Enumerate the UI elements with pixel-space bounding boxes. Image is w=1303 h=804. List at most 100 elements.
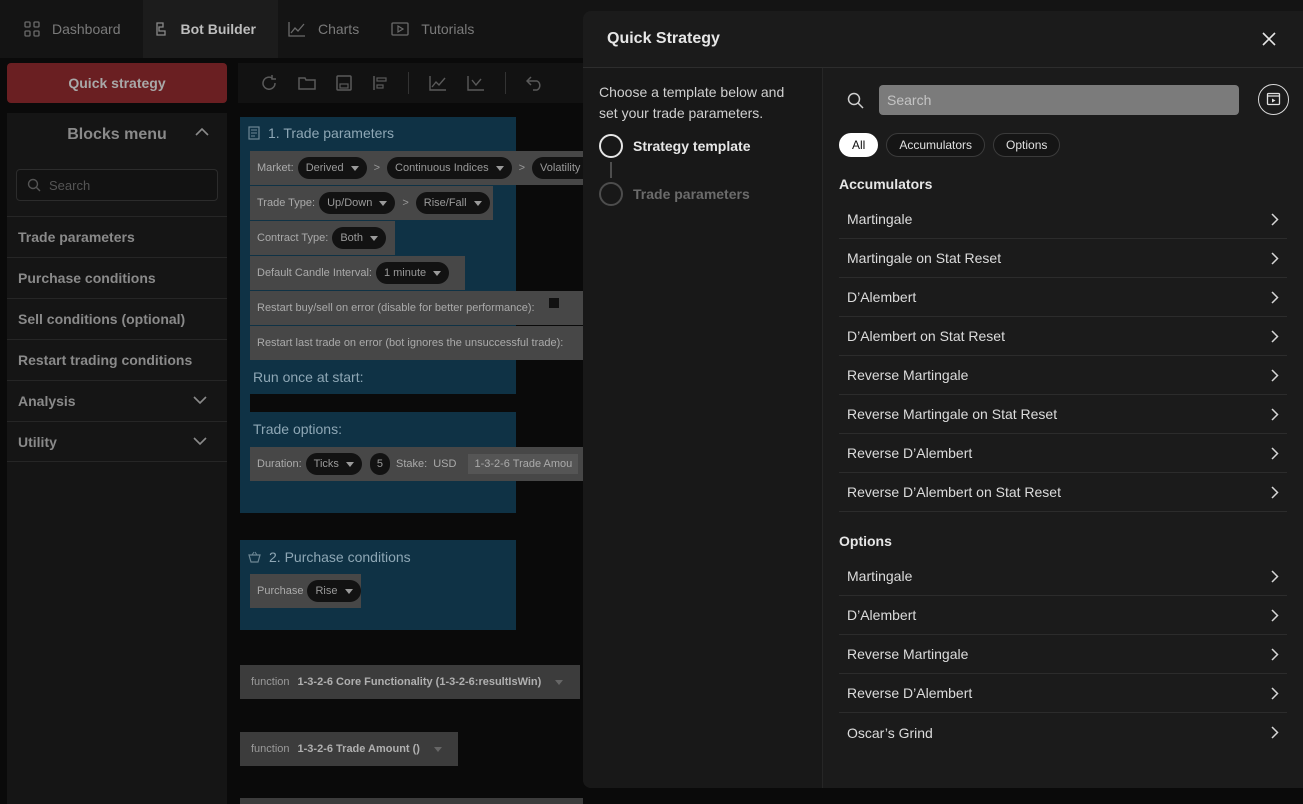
tab-tutorials[interactable]: Tutorials — [381, 0, 496, 58]
strategy-name: Reverse Martingale on Stat Reset — [847, 406, 1058, 422]
duration-label: Duration: — [257, 458, 302, 470]
symbol-dropdown[interactable]: Volatility — [532, 157, 583, 179]
chevron-right-icon — [1271, 686, 1279, 700]
blocks-search-input[interactable]: Search — [16, 169, 218, 201]
category-sell-conditions[interactable]: Sell conditions (optional) — [7, 298, 227, 339]
duration-value-field[interactable]: 5 — [369, 453, 391, 475]
contract-type-label: Contract Type: — [257, 232, 329, 244]
step-circle-icon — [599, 134, 623, 158]
category-restart-trading[interactable]: Restart trading conditions — [7, 339, 227, 380]
list-item[interactable]: D’Alembert on Stat Reset — [839, 317, 1287, 356]
step-strategy-template[interactable]: Strategy template — [599, 134, 750, 158]
category-label: Purchase conditions — [18, 270, 156, 286]
list-item[interactable]: Reverse D’Alembert — [839, 434, 1287, 473]
strategy-name: Reverse D’Alembert — [847, 445, 973, 461]
separator-chevron: > — [402, 197, 409, 209]
duration-row[interactable]: Duration: Ticks 5 Stake: USD 1-3-2-6 Tra… — [250, 447, 583, 481]
step-trade-parameters[interactable]: Trade parameters — [599, 182, 750, 206]
contract-type-row[interactable]: Contract Type: Both — [250, 221, 395, 255]
chevron-up-icon — [195, 127, 209, 136]
category-label: Sell conditions (optional) — [18, 311, 186, 327]
list-item[interactable]: Reverse Martingale on Stat Reset — [839, 395, 1287, 434]
candle-interval-row[interactable]: Default Candle Interval: 1 minute — [250, 256, 465, 290]
trade-type-dropdown[interactable]: Up/Down — [319, 192, 396, 214]
strategy-search-input[interactable] — [879, 85, 1239, 115]
organise-icon[interactable] — [372, 75, 388, 91]
section-title-accumulators: Accumulators — [839, 176, 933, 192]
steps-intro: Choose a template below and set your tra… — [599, 84, 785, 121]
tab-dashboard[interactable]: Dashboard — [14, 0, 143, 58]
candle-interval-label: Default Candle Interval: — [257, 267, 372, 279]
function-block-core[interactable]: function 1-3-2-6 Core Functionality (1-3… — [240, 665, 580, 699]
workspace-canvas[interactable]: 1. Trade parameters Market: Derived > Co… — [238, 110, 583, 804]
restart-last-trade-row[interactable]: Restart last trade on error (bot ignores… — [250, 326, 583, 360]
list-item[interactable]: Oscar’s Grind — [839, 713, 1287, 752]
filter-all[interactable]: All — [839, 133, 879, 157]
function-block-trade-amount[interactable]: function 1-3-2-6 Trade Amount () — [240, 732, 458, 766]
market-row[interactable]: Market: Derived > Continuous Indices > V… — [250, 151, 583, 185]
list-item[interactable]: Martingale on Stat Reset — [839, 239, 1287, 278]
document-icon — [248, 126, 260, 140]
chevron-right-icon — [1271, 446, 1279, 460]
tab-dashboard-label: Dashboard — [52, 21, 121, 37]
restart-buy-sell-row[interactable]: Restart buy/sell on error (disable for b… — [250, 291, 583, 325]
stake-amount-value: 1-3-2-6 Trade Amou — [474, 458, 573, 470]
contract-type-dropdown[interactable]: Both — [332, 227, 386, 249]
chevron-right-icon — [1271, 290, 1279, 304]
list-item[interactable]: Reverse D’Alembert on Stat Reset — [839, 473, 1287, 512]
undo-icon[interactable] — [526, 75, 544, 91]
list-item[interactable]: Reverse Martingale — [839, 356, 1287, 395]
purchase-dropdown[interactable]: Rise — [307, 580, 361, 602]
dropdown-arrow-icon — [344, 588, 353, 594]
duration-unit-dropdown[interactable]: Ticks — [305, 453, 362, 475]
submarket-dropdown[interactable]: Continuous Indices — [387, 157, 512, 179]
chart-icon[interactable] — [429, 75, 447, 91]
list-item[interactable]: D’Alembert — [839, 596, 1287, 635]
duration-value: 5 — [376, 458, 384, 470]
tutorial-button[interactable] — [1258, 84, 1289, 115]
list-item[interactable]: D’Alembert — [839, 278, 1287, 317]
partial-block — [240, 798, 583, 804]
close-icon — [1262, 32, 1276, 46]
chevron-right-icon — [1271, 569, 1279, 583]
filter-options[interactable]: Options — [993, 133, 1061, 157]
list-item[interactable]: Reverse Martingale — [839, 635, 1287, 674]
trade-subtype-dropdown[interactable]: Rise/Fall — [415, 192, 490, 214]
category-utility[interactable]: Utility — [7, 421, 227, 462]
restart-buy-sell-checkbox[interactable] — [548, 298, 559, 308]
trade-options-label: Trade options: — [253, 421, 342, 437]
purchase-row[interactable]: Purchase Rise — [250, 574, 361, 608]
category-trade-parameters[interactable]: Trade parameters — [7, 216, 227, 257]
dropdown-arrow-icon — [433, 270, 442, 276]
strategy-name: Reverse Martingale — [847, 646, 969, 662]
candle-interval-dropdown[interactable]: 1 minute — [375, 262, 450, 284]
trade-type-row[interactable]: Trade Type: Up/Down > Rise/Fall — [250, 186, 493, 220]
dropdown-arrow-icon — [345, 461, 354, 467]
purchase-label: Purchase — [257, 585, 304, 597]
stake-amount-field[interactable]: 1-3-2-6 Trade Amou — [468, 454, 579, 474]
filter-accumulators[interactable]: Accumulators — [886, 133, 986, 157]
restart-buy-sell-label: Restart buy/sell on error (disable for b… — [257, 302, 535, 314]
save-icon[interactable] — [336, 75, 352, 91]
trading-view-icon[interactable] — [467, 75, 485, 91]
reset-icon[interactable] — [260, 74, 278, 92]
category-analysis[interactable]: Analysis — [7, 380, 227, 421]
category-purchase-conditions[interactable]: Purchase conditions — [7, 257, 227, 298]
section-title-options: Options — [839, 533, 892, 549]
blocks-menu-header[interactable]: Blocks menu — [7, 113, 227, 157]
market-value: Derived — [305, 162, 344, 174]
steps-panel: Choose a template below and set your tra… — [583, 68, 823, 788]
chevron-down-icon — [193, 396, 207, 405]
list-item[interactable]: Reverse D’Alembert — [839, 674, 1287, 713]
close-button[interactable] — [1257, 27, 1281, 51]
market-dropdown[interactable]: Derived — [297, 157, 367, 179]
tab-bot-builder[interactable]: Bot Builder — [142, 0, 278, 58]
tab-charts[interactable]: Charts — [278, 0, 381, 58]
separator-chevron: > — [373, 162, 381, 174]
quick-strategy-button[interactable]: Quick strategy — [7, 63, 227, 103]
open-folder-icon[interactable] — [298, 75, 316, 91]
list-item[interactable]: Martingale — [839, 200, 1287, 239]
tab-charts-label: Charts — [317, 21, 360, 37]
trade-parameters-title: 1. Trade parameters — [248, 125, 394, 141]
list-item[interactable]: Martingale — [839, 557, 1287, 596]
